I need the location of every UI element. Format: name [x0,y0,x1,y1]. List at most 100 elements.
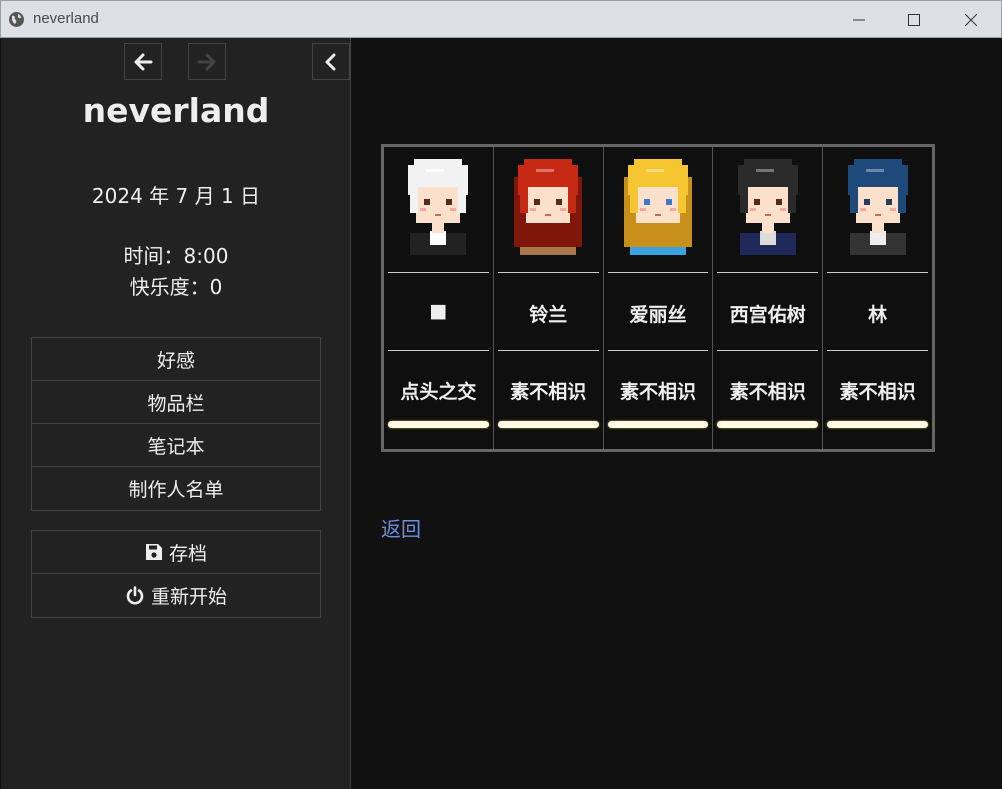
menu-item-credits[interactable]: 制作人名单 [32,467,320,510]
portrait-mouth [435,214,442,216]
character-portrait [514,159,583,255]
character-name: 铃兰 [529,304,568,326]
divider [827,272,928,273]
relationship-status: 素不相识 [729,381,806,403]
affection-bar [497,421,599,428]
portrait-eye [643,199,650,205]
affection-bar [827,421,928,428]
portrait-face [745,183,790,223]
power-icon [126,585,144,604]
divider [497,350,599,351]
close-icon [965,13,977,26]
affection-bar [717,421,819,428]
portrait-hair-top [743,159,792,169]
portrait-blush [669,208,676,211]
character-name: 西宫佑树 [729,304,806,326]
save-label: 存档 [168,542,207,565]
portrait-eye [775,199,782,205]
character-portrait [408,159,469,255]
portrait-face [526,183,571,223]
main-passage: ■ 点头之交 铃兰 素不相识 爱丽丝 素不相识 西宫佑树 素不相识 林 素不相识… [352,38,1002,789]
close-button[interactable] [948,1,994,38]
character-portrait [623,159,692,255]
portrait-collar [430,231,447,245]
window-title: neverland [33,10,99,27]
portrait-bangs [526,179,571,187]
portrait-side-hair [629,185,638,213]
portrait-eye [753,199,760,205]
minimize-button[interactable] [836,1,882,38]
portrait-blush [420,208,427,211]
portrait-blush [859,208,866,211]
floppy-disk-icon [145,544,162,560]
maximize-icon [908,13,920,26]
relationship-status: 点头之交 [400,381,477,403]
portrait-eye [424,199,431,205]
portrait-hair-shine [645,169,664,172]
affection-bar [388,421,489,428]
story-menu: 好感 物品栏 笔记本 制作人名单 [31,337,321,511]
relationship-status: 素不相识 [619,381,696,403]
character-column: 林 素不相识 [823,147,932,449]
divider [717,350,819,351]
portrait-eye [863,199,870,205]
divider [388,350,489,351]
character-name: ■ [429,300,448,322]
history-forward-button[interactable] [188,43,226,80]
portrait-collar [869,231,886,245]
divider [827,350,928,351]
portrait-blush [779,208,786,211]
portrait-eye [665,199,672,205]
portrait-side-hair [520,185,529,213]
time-display: 时间：8:00 [123,244,229,268]
portrait-face [635,183,680,223]
sidebar: neverland 2024 年 7 月 1 日 时间：8:00 快乐度：0 好… [1,38,351,789]
portrait-eye [534,199,541,205]
collapse-sidebar-button[interactable] [312,43,350,80]
portrait-side-hair [410,185,419,213]
portrait-mouth [874,214,881,216]
divider [717,272,819,273]
character-portrait [847,159,908,255]
portrait-blush [450,208,457,211]
affection-table: ■ 点头之交 铃兰 素不相识 爱丽丝 素不相识 西宫佑树 素不相识 林 素不相识 [381,144,935,452]
character-portrait [737,159,798,255]
affection-bar [607,421,709,428]
date-display: 2024 年 7 月 1 日 [91,184,261,208]
portrait-hair-top [633,159,682,169]
save-button[interactable]: 存档 [32,531,320,574]
restart-label: 重新开始 [150,586,227,608]
arrow-right-icon [197,53,216,70]
portrait-hair-top [853,159,902,169]
minimize-icon [853,19,865,20]
relationship-status: 素不相识 [510,381,587,403]
history-back-button[interactable] [124,43,162,80]
portrait-blush [749,208,756,211]
happiness-display: 快乐度：0 [129,275,223,299]
maximize-button[interactable] [891,1,937,38]
back-link[interactable]: 返回 [381,513,421,542]
portrait-side-hair [458,185,467,213]
portrait-bangs [855,179,900,187]
globe-icon [9,12,24,27]
portrait-mouth [545,214,552,216]
portrait-hair-top [414,159,463,169]
portrait-face [855,183,900,223]
portrait-blush [530,208,537,211]
portrait-collar [759,231,776,245]
system-menu: 存档 重新开始 [31,530,321,618]
chevron-left-icon [325,53,336,70]
portrait-side-hair [897,185,906,213]
portrait-eye [446,199,453,205]
restart-button[interactable]: 重新开始 [32,574,320,617]
window-titlebar: neverland [0,0,1002,38]
menu-item-inventory[interactable]: 物品栏 [32,381,320,424]
portrait-bangs [416,179,461,187]
menu-item-notebook[interactable]: 笔记本 [32,424,320,467]
portrait-bangs [745,179,790,187]
divider [607,350,709,351]
portrait-mouth [654,214,661,216]
portrait-blush [889,208,896,211]
menu-item-affection[interactable]: 好感 [32,338,320,381]
character-name: 林 [868,304,888,326]
